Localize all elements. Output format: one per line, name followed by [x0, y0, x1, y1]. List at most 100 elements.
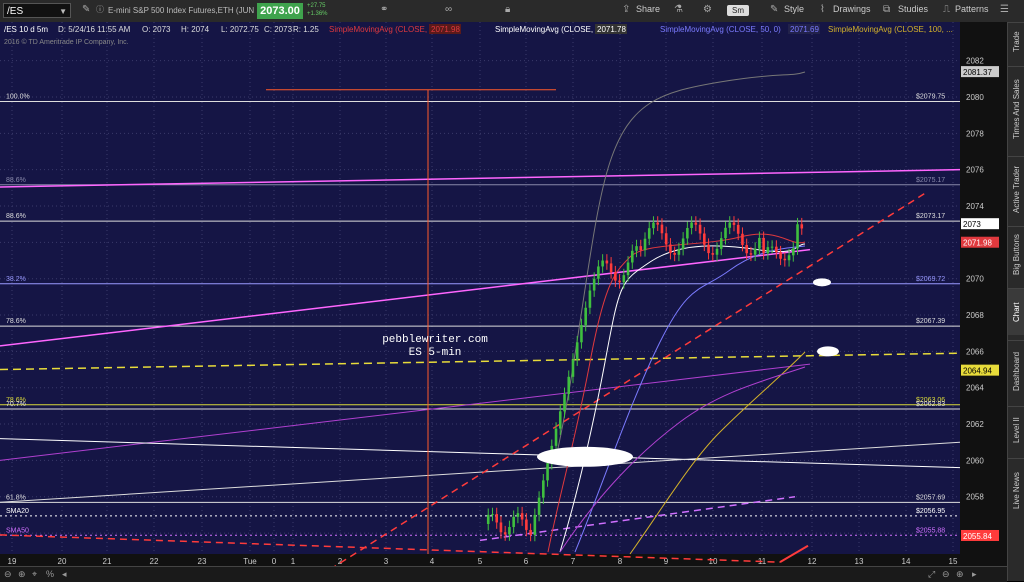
candle-body — [753, 248, 757, 255]
scroll-right-icon[interactable]: ▸ — [972, 569, 977, 580]
symbol-description: E-mini S&P 500 Index Futures,ETH (JUN 16… — [108, 6, 268, 15]
style-button[interactable]: Style — [784, 4, 804, 14]
x-tick-label: 3 — [384, 557, 389, 566]
candle-body — [491, 514, 494, 516]
fib-level-name: 100.0% — [6, 94, 30, 101]
gear-icon[interactable]: ⚙ — [703, 4, 712, 15]
chart-header-ohlc: O: 2073 — [142, 25, 171, 34]
y-tick-label: 2076 — [966, 166, 984, 175]
candle-body — [698, 224, 702, 234]
candle-body — [503, 532, 507, 535]
candle-body — [614, 272, 617, 281]
highlight-ellipse-small — [813, 278, 831, 287]
study-value: 2071.69 — [790, 25, 819, 34]
zoom-button[interactable]: Sm — [727, 5, 749, 16]
chain-icon[interactable]: ∞ — [445, 4, 452, 15]
candle-body — [724, 227, 727, 239]
x-tick-label: 1 — [291, 557, 296, 566]
candle-body — [626, 262, 630, 276]
style-icon[interactable]: ✎ — [770, 4, 778, 15]
share-button[interactable]: Share — [636, 4, 660, 14]
candle-body — [690, 222, 693, 228]
info-icon[interactable]: ⓘ — [96, 4, 104, 15]
menu-icon[interactable]: ☰ — [1000, 4, 1009, 15]
candle-body — [597, 266, 600, 279]
y-tick-label: 2060 — [966, 456, 984, 465]
sidebar-tab-active-trader[interactable]: Active Trader — [1008, 156, 1024, 221]
candle-body — [669, 244, 672, 253]
chart-header-ohlc: R: 1.25 — [293, 25, 319, 34]
flask-icon[interactable]: ⚗ — [674, 4, 683, 15]
price-chart[interactable]: 1920212223Tue012345678910111213141520562… — [0, 22, 1007, 566]
candle-body — [766, 247, 770, 254]
chart-header-symbol: /ES 10 d 5m — [4, 25, 48, 34]
cursor-icon[interactable]: ⌖ — [32, 569, 37, 580]
candle-body — [529, 529, 532, 535]
fib-level-value: $2067.39 — [916, 318, 945, 325]
candle-body — [525, 519, 528, 530]
zoom-out-icon[interactable]: ⊖ — [4, 569, 12, 580]
expand-icon[interactable]: ⤢ — [928, 569, 935, 580]
patterns-button[interactable]: Patterns — [955, 4, 989, 14]
candle-body — [783, 258, 787, 261]
candle-body — [486, 514, 490, 524]
drawings-button[interactable]: Drawings — [833, 4, 871, 14]
zoom-in-right-icon[interactable]: ⊕ — [956, 569, 964, 580]
price-label: 2081.37 — [963, 68, 992, 77]
patterns-icon[interactable]: ⎍ — [943, 4, 950, 15]
drawings-icon[interactable]: ⌇ — [820, 4, 825, 15]
chart-scroll-bar[interactable]: ⊖ ⊕ ⌖ % ◂ ⤢ ⊖ ⊕ ▸ — [0, 566, 1007, 582]
x-tick-label: 14 — [902, 557, 911, 566]
sidebar-tab-trade[interactable]: Trade — [1008, 22, 1024, 61]
price-label: 2064.94 — [963, 367, 992, 376]
candle-body — [779, 252, 782, 259]
chevron-down-icon[interactable]: ▼ — [59, 4, 67, 19]
candle-body — [520, 513, 524, 520]
candle-body — [643, 238, 647, 251]
candle-body — [618, 280, 621, 283]
pencil-icon[interactable]: ✎ — [82, 4, 90, 15]
chart-header-ohlc: H: 2074 — [181, 25, 210, 34]
sidebar-tab-dashboard[interactable]: Dashboard — [1008, 340, 1024, 401]
candle-body — [580, 325, 583, 343]
candle-body — [601, 260, 604, 267]
sidebar-tab-chart[interactable]: Chart — [1008, 288, 1024, 335]
zoom-in-icon[interactable]: ⊕ — [18, 569, 26, 580]
scroll-left-icon[interactable]: ◂ — [62, 569, 67, 580]
y-tick-label: 2078 — [966, 129, 984, 138]
fib-level-name: SMA50 — [6, 527, 29, 534]
watermark-line-1: pebblewriter.com — [382, 334, 488, 346]
x-tick-label: 12 — [808, 557, 817, 566]
share-icon[interactable]: ⇪ — [622, 4, 630, 15]
candle-body — [703, 233, 706, 245]
candle-body — [796, 224, 799, 249]
candle-body — [719, 238, 723, 249]
fib-level-name: 78.6% — [6, 318, 26, 325]
sidebar-tab-big-buttons[interactable]: Big Buttons — [1008, 226, 1024, 283]
lock-icon[interactable]: 🔒︎ — [505, 4, 510, 15]
copyright-text: 2016 © TD Ameritrade IP Company, Inc. — [4, 38, 129, 46]
x-tick-label: 21 — [103, 557, 112, 566]
symbol-selector[interactable]: /ES ▼ — [3, 3, 71, 18]
last-price-badge: 2073.00 — [257, 3, 303, 19]
candle-body — [758, 237, 761, 249]
percent-icon[interactable]: % — [46, 569, 54, 579]
sidebar-tab-times-and-sales[interactable]: Times And Sales — [1008, 66, 1024, 151]
chart-header-ohlc: C: 2073 — [264, 25, 293, 34]
link-icon[interactable]: ⚭ — [380, 4, 388, 15]
candle-body — [736, 224, 740, 234]
candle-body — [732, 222, 736, 225]
study-label: SimpleMovingAvg (CLOSE, 100, ... — [828, 25, 953, 34]
study-value: 2071.78 — [597, 25, 626, 34]
candle-body — [775, 246, 778, 253]
candle-body — [647, 228, 651, 239]
sidebar-tab-level-ii[interactable]: Level II — [1008, 406, 1024, 453]
price-label: 2073 — [963, 220, 981, 229]
studies-button[interactable]: Studies — [898, 4, 928, 14]
x-tick-label: 23 — [198, 557, 207, 566]
sidebar-tab-live-news[interactable]: Live News — [1008, 458, 1024, 523]
candle-body — [741, 233, 744, 245]
candle-body — [791, 248, 795, 256]
zoom-out-right-icon[interactable]: ⊖ — [942, 569, 950, 580]
studies-icon[interactable]: ⧉ — [883, 4, 890, 15]
